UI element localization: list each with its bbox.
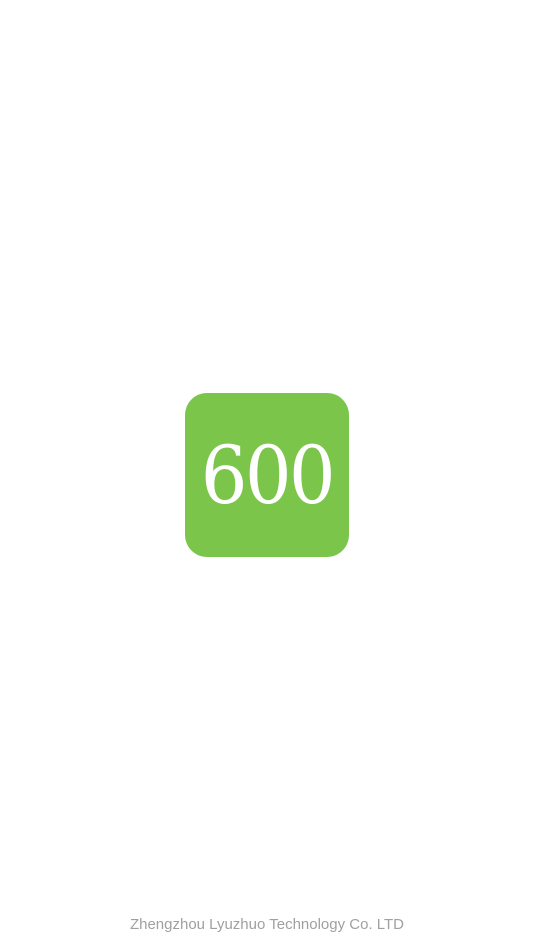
- splash-screen: 600 Zhengzhou Lyuzhuo Technology Co. LTD: [0, 0, 534, 950]
- app-logo-text: 600: [200, 429, 336, 522]
- company-name: Zhengzhou Lyuzhuo Technology Co. LTD: [129, 916, 405, 933]
- app-logo-icon: 600: [185, 393, 349, 557]
